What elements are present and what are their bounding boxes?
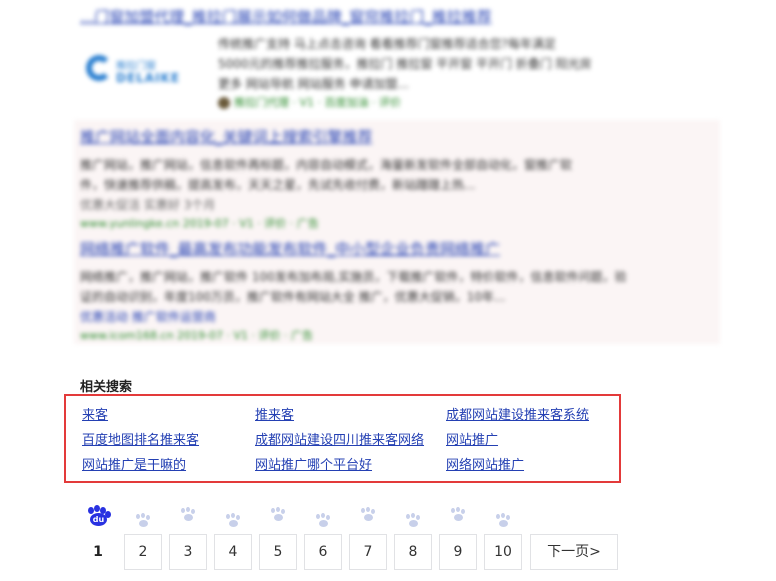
related-link[interactable]: 百度地图排名推来客 xyxy=(82,429,199,448)
page-link[interactable]: 7 xyxy=(349,534,387,570)
blurred-results: ...门窗加盟代理_推拉门展示如何做品牌_窗帘推拉门_推拉推荐 推拉门窗 DEL… xyxy=(0,0,776,355)
result-2-sub: 优惠大促活 实惠好 3个月 xyxy=(80,198,216,212)
paw-icon xyxy=(225,513,241,528)
result-2-source: www.yunlingke.cn 2019-07 · V1 · 评价 · 广告 xyxy=(80,217,319,230)
related-link[interactable]: 网站推广 xyxy=(446,429,498,448)
result-2[interactable]: 推广网站全面内容化_关键词上搜索引擎推荐 推广网站，推广网站，信息软件再标题，内… xyxy=(80,126,572,231)
logo-brand-text-en: DELAIKE xyxy=(116,71,181,85)
paw-icon xyxy=(450,507,466,522)
paw-icon xyxy=(495,513,511,528)
page-link[interactable]: 8 xyxy=(394,534,432,570)
result-3-sub: 优惠活动 推广软件运营商 xyxy=(80,310,216,324)
result-1-source: 推拉门代理 · V1 · 百度加油 · 评价 xyxy=(218,94,592,110)
pager-paws xyxy=(0,505,776,533)
paw-icon xyxy=(270,507,286,522)
result-2-line: 件，快速推荐供稿，提高发布，天天之星，先试先收付费，新站蹭蹭上热... xyxy=(80,178,476,192)
related-link[interactable]: 成都网站建设四川推来客网络 xyxy=(255,429,424,448)
related-link[interactable]: 网站推广哪个平台好 xyxy=(255,454,372,473)
page-link[interactable]: 6 xyxy=(304,534,342,570)
result-1-line: 更多 网站导航 网站服务 申请加盟... xyxy=(218,77,409,91)
related-link[interactable]: 推来客 xyxy=(255,404,294,423)
related-link[interactable]: 网站推广是干嘛的 xyxy=(82,454,186,473)
result-3-title[interactable]: 网络推广软件_最高发布功能发布软件_中小型企业负责网络推广 xyxy=(80,238,627,259)
result-2-line: 推广网站，推广网站，信息软件再标题，内容自动模式，海量新发软件全部自动化，窗推广… xyxy=(80,158,573,172)
result-1-line: 传统推广支持 马上点击咨询 看看推荐门窗推荐适合您?每年满足 xyxy=(218,37,557,51)
result-3-line: 网络推广，推广网站，推广软件 100发布加布局,实施员，下载推广软件，特价软件，… xyxy=(80,270,627,284)
result-3-line: 证的自动识别，年度100万员，推广软件有网站大全 推广，优惠大促销，10年... xyxy=(80,290,506,304)
result-1-title[interactable]: ...门窗加盟代理_推拉门展示如何做品牌_窗帘推拉门_推拉推荐 xyxy=(80,6,492,27)
page-link[interactable]: 3 xyxy=(169,534,207,570)
result-2-title[interactable]: 推广网站全面内容化_关键词上搜索引擎推荐 xyxy=(80,126,572,147)
page-link[interactable]: 4 xyxy=(214,534,252,570)
pagination: 1 2 3 4 5 6 7 8 9 10 下一页> xyxy=(0,534,776,570)
result-1-body: 传统推广支持 马上点击咨询 看看推荐门窗推荐适合您?每年满足 5000元的推荐推… xyxy=(218,34,592,110)
paw-icon xyxy=(315,513,331,528)
page-link[interactable]: 5 xyxy=(259,534,297,570)
related-link[interactable]: 网络网站推广 xyxy=(446,454,524,473)
related-link[interactable]: 成都网站建设推来客系统 xyxy=(446,404,589,423)
result-3[interactable]: 网络推广软件_最高发布功能发布软件_中小型企业负责网络推广 网络推广，推广网站，… xyxy=(80,238,627,343)
result-1-line: 5000元的推荐推拉服务，推拉门 推拉窗 平开窗 平开门 折叠门 阳光房 xyxy=(218,57,592,71)
related-search-title: 相关搜索 xyxy=(80,380,133,395)
related-link[interactable]: 来客 xyxy=(82,404,108,423)
paw-icon xyxy=(135,513,151,528)
result-3-source: www.icom168.cn 2019-07 · V1 · 评价 · 广告 xyxy=(80,329,313,342)
page-link[interactable]: 9 xyxy=(439,534,477,570)
logo-brand-text: 推拉门窗 xyxy=(116,61,156,72)
page-current: 1 xyxy=(93,544,103,560)
result-1[interactable]: ...门窗加盟代理_推拉门展示如何做品牌_窗帘推拉门_推拉推荐 xyxy=(80,6,492,27)
page-link[interactable]: 10 xyxy=(484,534,522,570)
next-page-button[interactable]: 下一页> xyxy=(530,534,618,570)
result-1-logo: 推拉门窗 DELAIKE xyxy=(80,47,200,93)
paw-icon xyxy=(405,513,421,528)
paw-icon xyxy=(360,507,376,522)
paw-icon xyxy=(180,507,196,522)
avatar-icon xyxy=(218,97,230,109)
page-link[interactable]: 2 xyxy=(124,534,162,570)
brand-swirl-icon xyxy=(86,55,112,81)
